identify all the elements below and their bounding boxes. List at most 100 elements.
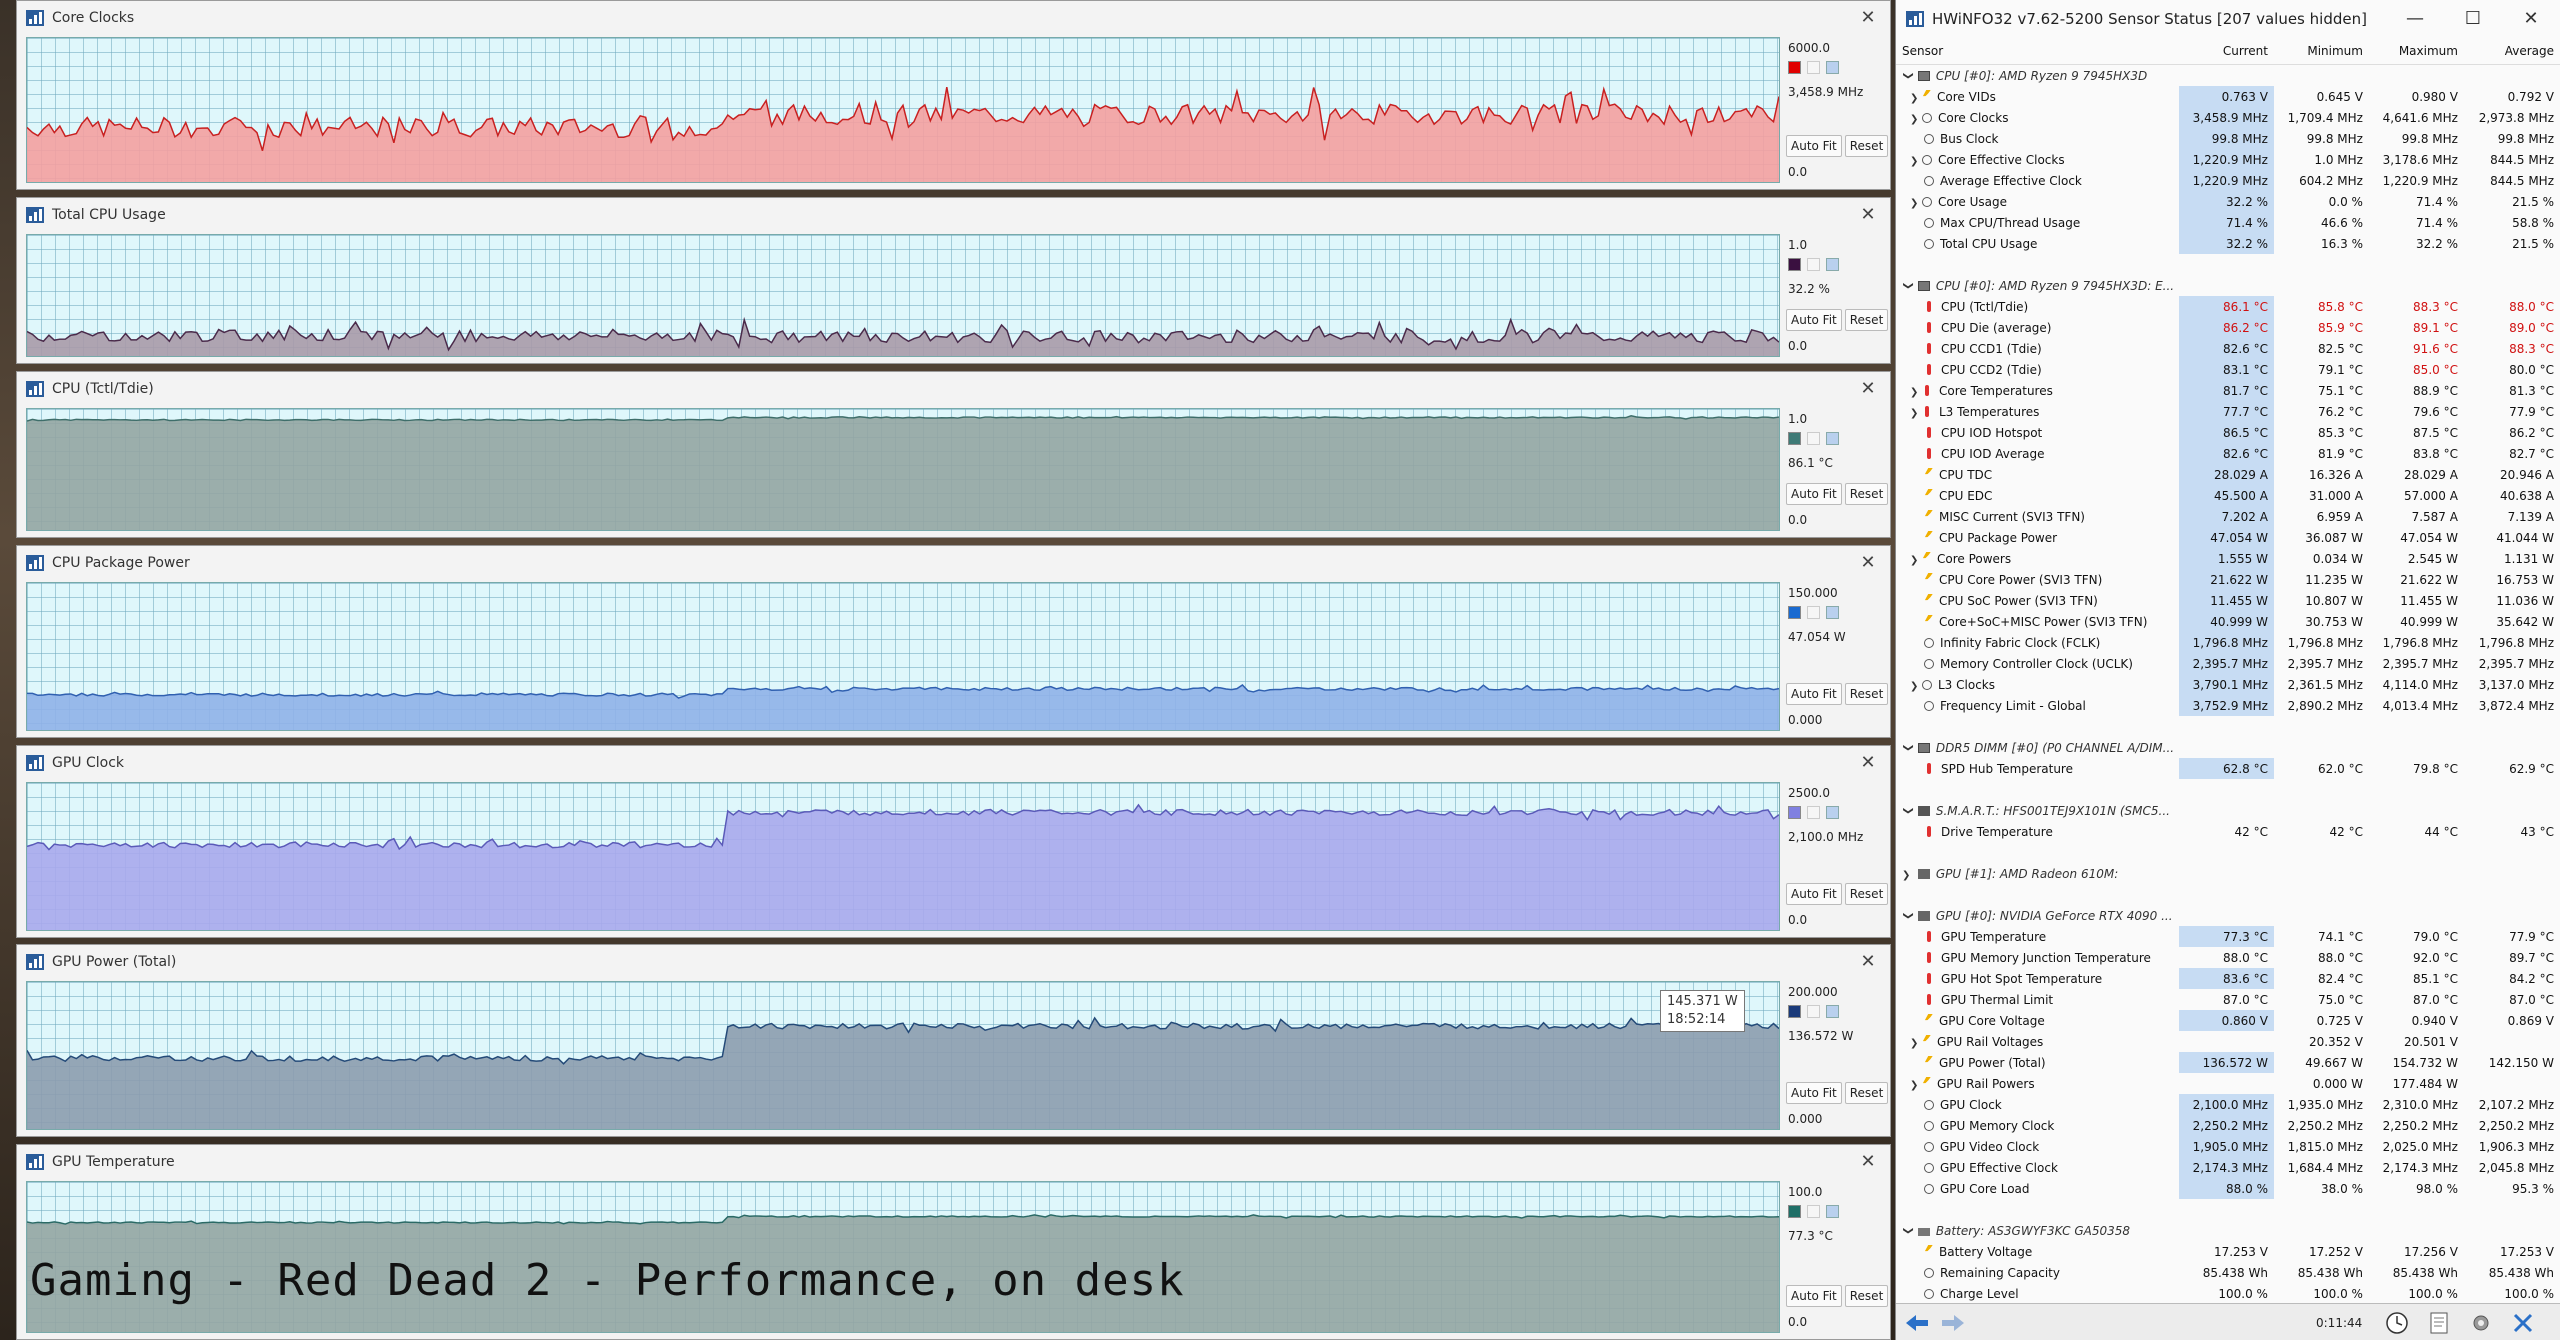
sensor-row[interactable]: Frequency Limit - Global 3,752.9 MHz 2,890… xyxy=(1896,695,2560,716)
series-color-swatch[interactable] xyxy=(1788,432,1801,445)
sensor-row[interactable]: Average Effective Clock 1,220.9 MHz 604.2 … xyxy=(1896,170,2560,191)
secondary-swatch[interactable] xyxy=(1826,258,1839,271)
auto-fit-button[interactable]: Auto Fit xyxy=(1786,883,1842,905)
sensor-row[interactable]: Remaining Capacity 85.438 Wh 85.438 Wh 85.4… xyxy=(1896,1262,2560,1283)
sensor-row[interactable]: Max CPU/Thread Usage 71.4 % 46.6 % 71.4 % 58… xyxy=(1896,212,2560,233)
secondary-swatch[interactable] xyxy=(1826,806,1839,819)
sensor-row[interactable]: ❯ GPU Rail Voltages 20.352 V 20.501 V xyxy=(1896,1031,2560,1052)
series-color-swatch[interactable] xyxy=(1788,606,1801,619)
secondary-swatch[interactable] xyxy=(1826,1005,1839,1018)
blank-swatch[interactable] xyxy=(1807,61,1820,74)
chevron-right-icon[interactable]: ❯ xyxy=(1910,198,1922,209)
sensor-row[interactable]: ❯ L3 Clocks 3,790.1 MHz 2,361.5 MHz 4,114.0 … xyxy=(1896,674,2560,695)
sensor-group-row[interactable]: ❯ CPU [#0]: AMD Ryzen 9 7945HX3D: E... xyxy=(1896,275,2560,296)
chevron-right-icon[interactable]: ❯ xyxy=(1902,870,1914,881)
sensor-row[interactable]: CPU Die (average) 86.2 °C 85.9 °C 89.1 °C 89… xyxy=(1896,317,2560,338)
close-icon[interactable]: ✕ xyxy=(1858,952,1878,972)
graph-titlebar[interactable]: GPU Temperature xyxy=(17,1145,1890,1179)
series-color-swatch[interactable] xyxy=(1788,61,1801,74)
sensor-row[interactable]: Battery Voltage 17.253 V 17.252 V 17.256 V 1… xyxy=(1896,1241,2560,1262)
sensor-row[interactable]: GPU Memory Junction Temperature 88.0 °C 88… xyxy=(1896,947,2560,968)
graph-titlebar[interactable]: GPU Power (Total) xyxy=(17,945,1890,979)
close-button[interactable]: ✕ xyxy=(2502,0,2560,38)
sensor-row[interactable]: CPU IOD Hotspot 86.5 °C 85.3 °C 87.5 °C 86.2… xyxy=(1896,422,2560,443)
graph-plot-area[interactable] xyxy=(26,981,1780,1130)
sensor-row[interactable]: ❯ Core Clocks 3,458.9 MHz 1,709.4 MHz 4,641.… xyxy=(1896,107,2560,128)
navigate-forward-icon[interactable] xyxy=(1938,1310,1968,1336)
column-header-minimum[interactable]: Minimum xyxy=(2273,38,2369,65)
sensor-row[interactable]: CPU TDC 28.029 A 16.326 A 28.029 A 20.946 A xyxy=(1896,464,2560,485)
sensor-row[interactable]: Infinity Fabric Clock (FCLK) 1,796.8 MHz 1… xyxy=(1896,632,2560,653)
sensor-row[interactable]: CPU Package Power 47.054 W 36.087 W 47.054 … xyxy=(1896,527,2560,548)
blank-swatch[interactable] xyxy=(1807,1005,1820,1018)
sensor-group-row[interactable]: ❯ Battery: AS3GWYF3KC GA50358 xyxy=(1896,1220,2560,1241)
graph-titlebar[interactable]: CPU Package Power xyxy=(17,546,1890,580)
auto-fit-button[interactable]: Auto Fit xyxy=(1786,683,1842,705)
auto-fit-button[interactable]: Auto Fit xyxy=(1786,135,1842,157)
graph-plot-area[interactable] xyxy=(26,37,1780,183)
reset-button[interactable]: Reset xyxy=(1844,683,1889,705)
maximize-button[interactable]: ☐ xyxy=(2444,0,2502,38)
reset-button[interactable]: Reset xyxy=(1844,483,1889,505)
chevron-right-icon[interactable]: ❯ xyxy=(1910,387,1922,398)
close-sensors-icon[interactable] xyxy=(2508,1310,2538,1336)
chevron-down-icon[interactable]: ❯ xyxy=(1903,743,1914,755)
blank-swatch[interactable] xyxy=(1807,258,1820,271)
sensor-group-row[interactable]: ❯ CPU [#0]: AMD Ryzen 9 7945HX3D xyxy=(1896,64,2560,86)
chevron-right-icon[interactable]: ❯ xyxy=(1910,681,1922,692)
reset-button[interactable]: Reset xyxy=(1844,309,1889,331)
sensor-row[interactable]: GPU Video Clock 1,905.0 MHz 1,815.0 MHz 2,0… xyxy=(1896,1136,2560,1157)
graph-titlebar[interactable]: Total CPU Usage xyxy=(17,198,1890,232)
series-color-swatch[interactable] xyxy=(1788,1005,1801,1018)
chevron-down-icon[interactable]: ❯ xyxy=(1903,281,1914,293)
sensor-row[interactable]: ❯ Core Effective Clocks 1,220.9 MHz 1.0 MHz… xyxy=(1896,149,2560,170)
sensor-row[interactable]: GPU Power (Total) 136.572 W 49.667 W 154.73… xyxy=(1896,1052,2560,1073)
auto-fit-button[interactable]: Auto Fit xyxy=(1786,483,1842,505)
sensor-row[interactable]: MISC Current (SVI3 TFN) 7.202 A 6.959 A 7.5… xyxy=(1896,506,2560,527)
graph-plot-area[interactable] xyxy=(26,782,1780,931)
sensor-window-titlebar[interactable]: HWiNFO32 v7.62-5200 Sensor Status [207 v… xyxy=(1896,0,2560,38)
sensor-row[interactable]: Charge Level 100.0 % 100.0 % 100.0 % 100.0 % xyxy=(1896,1283,2560,1304)
clock-reset-icon[interactable] xyxy=(2382,1310,2412,1336)
close-icon[interactable]: ✕ xyxy=(1858,753,1878,773)
sensor-row[interactable]: Total CPU Usage 32.2 % 16.3 % 32.2 % 21.5 % xyxy=(1896,233,2560,254)
reset-button[interactable]: Reset xyxy=(1844,1082,1889,1104)
sensor-row[interactable]: ❯ Core Usage 32.2 % 0.0 % 71.4 % 21.5 % xyxy=(1896,191,2560,212)
column-header-maximum[interactable]: Maximum xyxy=(2368,38,2464,65)
secondary-swatch[interactable] xyxy=(1826,61,1839,74)
chevron-right-icon[interactable]: ❯ xyxy=(1910,408,1922,419)
close-icon[interactable]: ✕ xyxy=(1858,1152,1878,1172)
sensor-group-row[interactable]: ❯ S.M.A.R.T.: HFS001TEJ9X101N (SMC5... xyxy=(1896,800,2560,821)
chevron-right-icon[interactable]: ❯ xyxy=(1910,1038,1922,1049)
reset-button[interactable]: Reset xyxy=(1844,1285,1889,1307)
graph-titlebar[interactable]: CPU (Tctl/Tdie) xyxy=(17,372,1890,406)
chevron-down-icon[interactable]: ❯ xyxy=(1903,1226,1914,1238)
blank-swatch[interactable] xyxy=(1807,606,1820,619)
graph-plot-area[interactable] xyxy=(26,408,1780,531)
chevron-right-icon[interactable]: ❯ xyxy=(1910,114,1922,125)
chevron-down-icon[interactable]: ❯ xyxy=(1903,911,1914,923)
reset-button[interactable]: Reset xyxy=(1844,883,1889,905)
sensor-row[interactable]: GPU Core Load 88.0 % 38.0 % 98.0 % 95.3 % xyxy=(1896,1178,2560,1199)
secondary-swatch[interactable] xyxy=(1826,432,1839,445)
auto-fit-button[interactable]: Auto Fit xyxy=(1786,309,1842,331)
sensor-row[interactable]: GPU Effective Clock 2,174.3 MHz 1,684.4 MH… xyxy=(1896,1157,2560,1178)
close-icon[interactable]: ✕ xyxy=(1858,379,1878,399)
sensor-row[interactable]: Bus Clock 99.8 MHz 99.8 MHz 99.8 MHz 99.8 MH… xyxy=(1896,128,2560,149)
sensor-row[interactable]: CPU IOD Average 82.6 °C 81.9 °C 83.8 °C 82.7… xyxy=(1896,443,2560,464)
chevron-right-icon[interactable]: ❯ xyxy=(1910,93,1922,104)
sensor-row[interactable]: GPU Memory Clock 2,250.2 MHz 2,250.2 MHz 2,… xyxy=(1896,1115,2560,1136)
chevron-right-icon[interactable]: ❯ xyxy=(1910,156,1922,167)
column-header-average[interactable]: Average xyxy=(2463,38,2560,65)
sensor-row[interactable]: CPU Core Power (SVI3 TFN) 21.622 W 11.235 … xyxy=(1896,569,2560,590)
close-icon[interactable]: ✕ xyxy=(1858,205,1878,225)
sensor-row[interactable]: ❯ GPU Rail Powers 0.000 W 177.484 W xyxy=(1896,1073,2560,1094)
sensor-row[interactable]: GPU Hot Spot Temperature 83.6 °C 82.4 °C 85… xyxy=(1896,968,2560,989)
sensor-group-row[interactable]: ❯ DDR5 DIMM [#0] (P0 CHANNEL A/DIM... xyxy=(1896,737,2560,758)
sensor-row[interactable]: CPU CCD2 (Tdie) 83.1 °C 79.1 °C 85.0 °C 80.0… xyxy=(1896,359,2560,380)
series-color-swatch[interactable] xyxy=(1788,258,1801,271)
auto-fit-button[interactable]: Auto Fit xyxy=(1786,1285,1842,1307)
secondary-swatch[interactable] xyxy=(1826,606,1839,619)
close-icon[interactable]: ✕ xyxy=(1858,8,1878,28)
sensor-row[interactable]: ❯ L3 Temperatures 77.7 °C 76.2 °C 79.6 °C 77.… xyxy=(1896,401,2560,422)
